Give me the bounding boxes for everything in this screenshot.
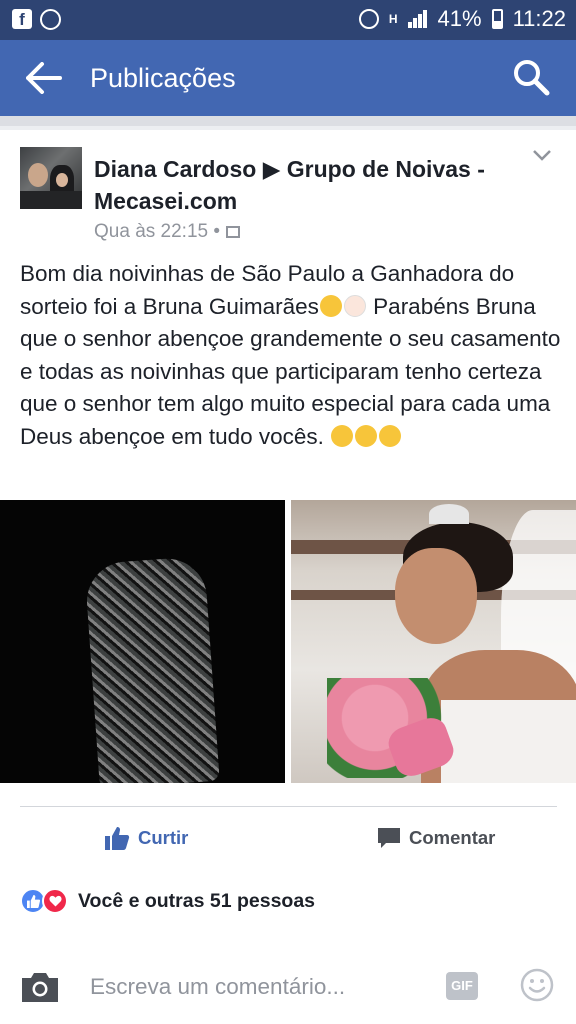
like-label: Curtir xyxy=(138,827,189,848)
like-icon xyxy=(105,827,130,850)
search-button[interactable] xyxy=(512,58,550,96)
signal-icon xyxy=(407,10,428,28)
kiss-emoji xyxy=(331,424,354,447)
alarm-icon xyxy=(358,9,379,29)
back-arrow-icon xyxy=(26,62,62,94)
camera-icon xyxy=(22,973,58,1002)
feed-separator xyxy=(0,116,576,126)
network-type: H xyxy=(388,11,398,26)
app-header: Publicações xyxy=(0,40,576,116)
kiss-emoji xyxy=(379,424,402,447)
chevron-down-icon xyxy=(533,150,551,161)
love-reaction-icon xyxy=(42,888,68,914)
post-photo-bride[interactable] xyxy=(291,500,576,783)
avatar[interactable] xyxy=(20,147,82,209)
gif-button[interactable]: GIF xyxy=(446,972,478,1000)
clock: 11:22 xyxy=(512,6,566,31)
card-top-border xyxy=(0,126,576,130)
sticker-button[interactable] xyxy=(520,968,554,1002)
reactions-summary[interactable]: Você e outras 51 pessoas xyxy=(20,888,315,914)
comment-button[interactable]: Comentar xyxy=(377,822,495,854)
post-photo-jewel[interactable] xyxy=(0,500,285,783)
battery-percent: 41% xyxy=(437,6,482,31)
page-title: Publicações xyxy=(90,63,236,93)
comment-input[interactable] xyxy=(90,970,430,1004)
bride-emoji xyxy=(343,294,366,317)
post-author[interactable]: Diana Cardoso ▶ Grupo de Noivas - Mecase… xyxy=(94,153,514,217)
comment-icon xyxy=(378,828,400,848)
audience-icon xyxy=(226,226,241,238)
facebook-icon: f xyxy=(12,9,32,29)
post-meta: Qua às 22:15 • xyxy=(94,221,241,243)
comment-bar: GIF xyxy=(0,950,576,1024)
kiss-emoji xyxy=(355,424,378,447)
post-options-button[interactable] xyxy=(532,148,552,162)
whatsapp-icon xyxy=(40,9,61,30)
reactions-text: Você e outras 51 pessoas xyxy=(78,889,316,912)
smiley-icon xyxy=(520,968,554,1002)
battery-icon xyxy=(491,9,503,29)
like-button[interactable]: Curtir xyxy=(104,822,188,854)
search-icon xyxy=(514,60,550,96)
action-divider xyxy=(20,806,557,807)
heart-eyes-emoji xyxy=(319,294,342,317)
post-timestamp[interactable]: Qua às 22:15 • xyxy=(94,221,220,243)
back-button[interactable] xyxy=(26,62,62,94)
status-bar: f H 41% 11:22 xyxy=(0,0,576,40)
comment-label: Comentar xyxy=(409,827,496,848)
camera-button[interactable] xyxy=(20,970,60,1004)
post-text: Bom dia noivinhas de São Paulo a Ganhado… xyxy=(20,258,565,453)
